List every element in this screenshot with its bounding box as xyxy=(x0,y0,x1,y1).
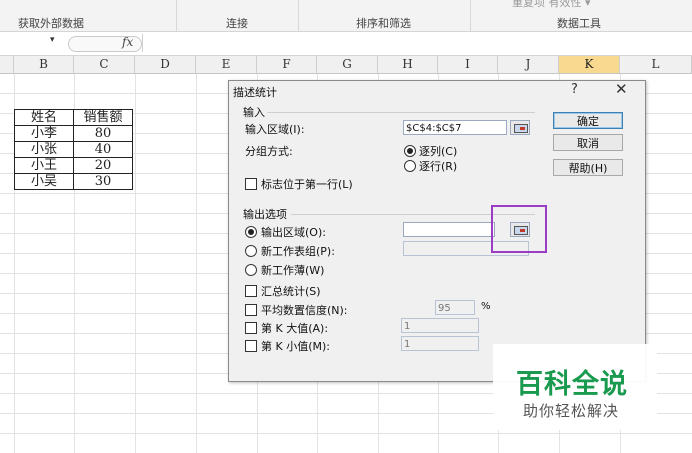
summary-statistics-checkbox[interactable] xyxy=(245,285,257,297)
column-header[interactable]: J xyxy=(498,56,559,73)
watermark-title: 百科全说 xyxy=(516,369,628,400)
column-headers: B C D E F G H I J K L xyxy=(0,56,692,74)
input-range-collapse-button[interactable] xyxy=(510,120,530,135)
help-button[interactable]: 帮助(H) xyxy=(553,159,623,176)
ribbon-top-text[interactable]: 重复项 有效性 ▾ xyxy=(512,0,591,10)
cancel-button[interactable]: 取消 xyxy=(553,134,623,151)
kth-largest-label[interactable]: 第 K 大值(A): xyxy=(261,320,328,336)
new-worksheet-label[interactable]: 新工作表组(P): xyxy=(261,243,335,259)
confidence-level-checkbox[interactable] xyxy=(245,304,257,316)
grid-line xyxy=(196,74,197,453)
formula-bar: ▾ fx xyxy=(0,32,692,56)
labels-first-row-label[interactable]: 标志位于第一行(L) xyxy=(261,176,353,192)
grid-line xyxy=(135,74,136,453)
column-header[interactable]: E xyxy=(196,56,257,73)
new-workbook-radio[interactable] xyxy=(245,264,257,276)
table-cell[interactable]: 小王 xyxy=(14,157,74,174)
insert-function-icon[interactable]: fx xyxy=(122,35,133,49)
watermark-subtitle: 助你轻松解决 xyxy=(523,402,620,420)
by-row-label[interactable]: 逐行(R) xyxy=(419,158,457,174)
output-range-field[interactable] xyxy=(403,222,495,237)
new-workbook-label[interactable]: 新工作薄(W) xyxy=(261,262,324,278)
table-header-row: 姓名 销售额 xyxy=(14,109,133,126)
ribbon: 重复项 有效性 ▾ 获取外部数据 连接 排序和筛选 数据工具 xyxy=(0,0,692,32)
percent-sign: % xyxy=(481,301,491,312)
group-by-label: 分组方式: xyxy=(245,145,293,158)
ribbon-group-connections: 连接 xyxy=(226,17,248,30)
table-cell[interactable]: 20 xyxy=(73,157,133,174)
by-row-radio[interactable] xyxy=(404,160,416,172)
kth-smallest-checkbox[interactable] xyxy=(245,340,257,352)
ribbon-separator xyxy=(470,0,471,31)
output-range-label[interactable]: 输出区域(O): xyxy=(261,224,326,240)
column-header[interactable]: C xyxy=(74,56,135,73)
input-range-field[interactable]: $C$4:$C$7 xyxy=(403,120,507,135)
summary-statistics-label[interactable]: 汇总统计(S) xyxy=(261,283,321,299)
table-cell[interactable]: 30 xyxy=(73,173,133,190)
labels-first-row-checkbox[interactable] xyxy=(245,178,257,190)
ribbon-group-data-tools: 数据工具 xyxy=(557,17,601,30)
column-header[interactable]: L xyxy=(620,56,692,73)
highlight-annotation xyxy=(491,205,547,253)
ok-button[interactable]: 确定 xyxy=(553,112,623,129)
group-divider xyxy=(267,112,535,113)
kth-smallest-label[interactable]: 第 K 小值(M): xyxy=(261,338,330,354)
output-range-radio[interactable] xyxy=(245,226,257,238)
sales-table: 姓名 销售额 小李 80 小张 40 小王 20 小吴 30 xyxy=(14,109,133,190)
kth-largest-field[interactable]: 1 xyxy=(401,318,479,333)
input-range-label: 输入区域(I): xyxy=(245,123,305,136)
watermark: 百科全说 助你轻松解决 xyxy=(493,344,657,430)
table-cell[interactable]: 小张 xyxy=(14,141,74,158)
ribbon-group-get-external-data: 获取外部数据 xyxy=(18,17,84,30)
column-header[interactable]: G xyxy=(317,56,378,73)
close-icon[interactable]: ✕ xyxy=(615,80,628,98)
kth-smallest-field[interactable]: 1 xyxy=(401,336,479,351)
table-row: 小吴 30 xyxy=(14,173,133,190)
help-icon[interactable]: ? xyxy=(571,82,578,97)
column-header[interactable]: H xyxy=(378,56,438,73)
input-group-label: 输入 xyxy=(243,106,265,119)
name-box-dropdown-icon[interactable]: ▾ xyxy=(50,35,55,45)
formula-input[interactable] xyxy=(142,34,691,52)
table-cell[interactable]: 80 xyxy=(73,125,133,142)
ribbon-group-sort-filter: 排序和筛选 xyxy=(356,17,411,30)
column-header[interactable]: I xyxy=(438,56,498,73)
header-cell-name[interactable]: 姓名 xyxy=(14,109,74,126)
ribbon-separator xyxy=(176,0,177,31)
table-row: 小李 80 xyxy=(14,125,133,142)
by-column-label[interactable]: 逐列(C) xyxy=(419,143,457,159)
column-header-selected[interactable]: K xyxy=(559,56,620,73)
range-select-icon xyxy=(514,124,528,133)
confidence-level-field[interactable]: 95 xyxy=(435,300,475,315)
column-header[interactable]: D xyxy=(135,56,196,73)
table-cell[interactable]: 40 xyxy=(73,141,133,158)
table-cell[interactable]: 小吴 xyxy=(14,173,74,190)
kth-largest-checkbox[interactable] xyxy=(245,322,257,334)
table-row: 小张 40 xyxy=(14,141,133,158)
column-header[interactable]: B xyxy=(14,56,74,73)
table-cell[interactable]: 小李 xyxy=(14,125,74,142)
ribbon-separator xyxy=(298,0,299,31)
new-worksheet-radio[interactable] xyxy=(245,245,257,257)
by-column-radio[interactable] xyxy=(404,145,416,157)
column-header[interactable]: F xyxy=(257,56,317,73)
descriptive-statistics-dialog: 描述统计 ? ✕ 输入 输入区域(I): $C$4:$C$7 分组方式: 逐列(… xyxy=(228,80,646,382)
dialog-title: 描述统计 xyxy=(233,86,277,99)
table-row: 小王 20 xyxy=(14,157,133,174)
corner-cell[interactable] xyxy=(0,56,14,73)
header-cell-sales[interactable]: 销售额 xyxy=(73,109,133,126)
confidence-level-label[interactable]: 平均数置信度(N): xyxy=(261,302,348,318)
output-group-label: 输出选项 xyxy=(243,208,287,221)
